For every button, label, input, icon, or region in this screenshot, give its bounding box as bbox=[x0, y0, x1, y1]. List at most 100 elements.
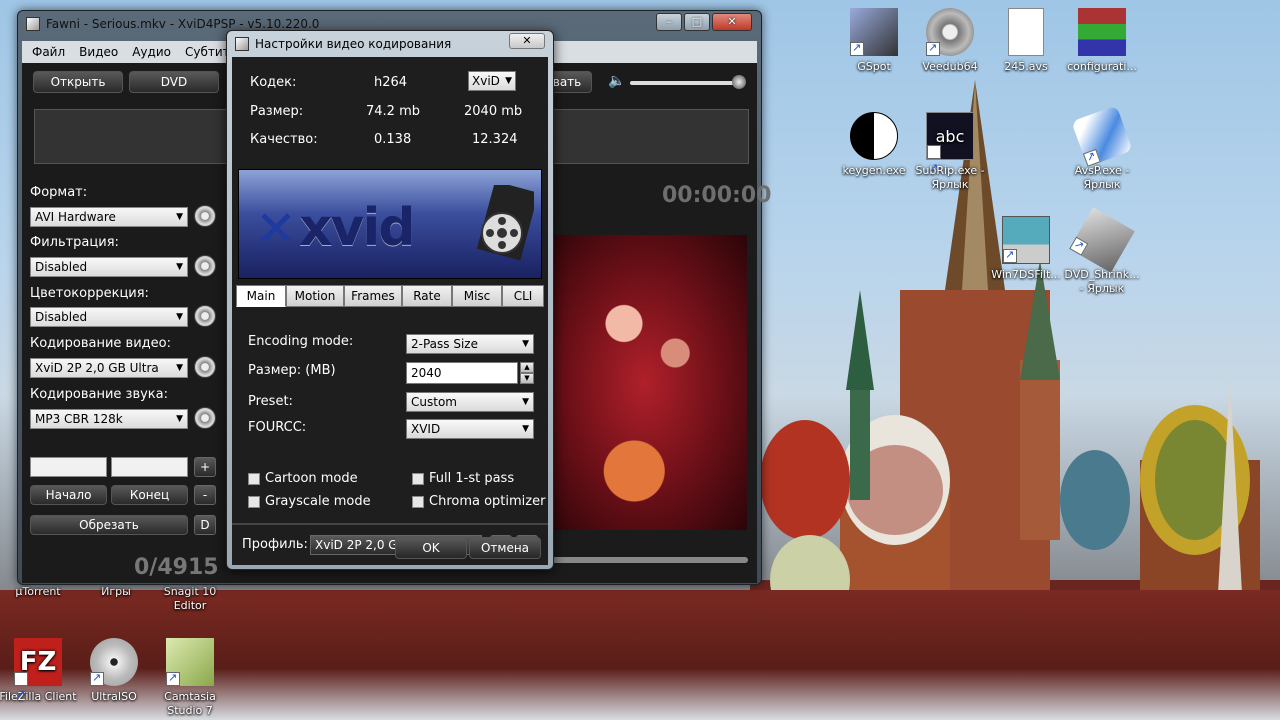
video-encoding-select[interactable]: XviD 2P 2,0 GB Ultra ▼ bbox=[30, 358, 188, 378]
desktop-icon-label: Snagit 10 Editor bbox=[163, 585, 217, 612]
tab-rate[interactable]: Rate bbox=[402, 285, 452, 307]
color-settings-gear-icon[interactable] bbox=[194, 305, 216, 327]
desktop-icon-gspot[interactable]: GSpot bbox=[834, 8, 914, 74]
video-settings-gear-icon[interactable] bbox=[194, 356, 216, 378]
audio-settings-gear-icon[interactable] bbox=[194, 407, 216, 429]
end-button[interactable]: Конец bbox=[111, 485, 188, 505]
menu-video[interactable]: Видео bbox=[79, 45, 118, 59]
format-select[interactable]: AVI Hardware ▼ bbox=[30, 207, 188, 227]
color-correction-select[interactable]: Disabled ▼ bbox=[30, 307, 188, 327]
chevron-down-icon: ▼ bbox=[176, 262, 183, 272]
encoding-mode-select[interactable]: 2-Pass Size ▼ bbox=[406, 334, 534, 354]
shortcut-arrow-icon bbox=[166, 671, 180, 686]
filezilla-icon: FZ bbox=[14, 638, 62, 719]
desktop-icon-keygen[interactable]: keygen.exe bbox=[834, 112, 914, 178]
color-correction-label: Цветокоррекция: bbox=[30, 286, 149, 301]
codec-select[interactable]: XviD ▼ bbox=[468, 71, 516, 91]
tab-motion[interactable]: Motion bbox=[286, 285, 344, 307]
tab-misc[interactable]: Misc bbox=[452, 285, 502, 307]
desktop-icon-avsp[interactable]: AvsP.exe - Ярлык bbox=[1062, 105, 1142, 192]
desktop-icon-label: 245.avs bbox=[1004, 60, 1048, 73]
checkbox-box[interactable] bbox=[248, 495, 260, 508]
full-first-pass-label: Full 1-st pass bbox=[429, 471, 515, 486]
cancel-button[interactable]: Отмена bbox=[469, 537, 541, 559]
filter-select[interactable]: Disabled ▼ bbox=[30, 257, 188, 277]
open-button[interactable]: Открыть bbox=[33, 71, 123, 93]
desktop-icon-label: UltraISO bbox=[91, 690, 137, 703]
menu-audio[interactable]: Аудио bbox=[132, 45, 171, 59]
dvd-shrink-icon bbox=[1069, 207, 1135, 273]
tab-main[interactable]: Main bbox=[236, 285, 286, 307]
chevron-down-icon: ▼ bbox=[176, 212, 183, 222]
close-button[interactable]: ✕ bbox=[712, 13, 752, 31]
desktop-icon-filezilla[interactable]: FZ FileZilla Client bbox=[0, 638, 78, 719]
shortcut-arrow-icon bbox=[926, 41, 940, 56]
trim-end-field[interactable] bbox=[111, 457, 188, 477]
desktop-icon-veedub64[interactable]: Veedub64 bbox=[910, 8, 990, 74]
chevron-down-icon: ▼ bbox=[176, 414, 183, 424]
desktop-icon-245avs[interactable]: 245.avs bbox=[986, 8, 1066, 74]
cut-button[interactable]: Обрезать bbox=[30, 515, 188, 535]
film-reel-icon bbox=[476, 185, 534, 261]
desktop-icon-label: FileZilla Client bbox=[0, 690, 77, 703]
fourcc-label: FOURCC: bbox=[248, 420, 307, 435]
cartoon-mode-checkbox[interactable]: Cartoon mode bbox=[248, 471, 358, 486]
encoding-mode-value: 2-Pass Size bbox=[411, 337, 478, 351]
tab-cli[interactable]: CLI bbox=[502, 285, 544, 307]
desktop-icon-camtasia[interactable]: Camtasia Studio 7 bbox=[150, 638, 230, 718]
chroma-optimizer-checkbox[interactable]: Chroma optimizer bbox=[412, 494, 545, 509]
shortcut-arrow-icon bbox=[14, 671, 28, 719]
ok-button[interactable]: OK bbox=[395, 537, 467, 559]
remove-segment-button[interactable]: - bbox=[194, 485, 216, 505]
dialog-body: Кодек: h264 XviD ▼ Размер: 74.2 mb 2040 m… bbox=[232, 57, 548, 565]
volume-icon[interactable]: 🔈 bbox=[608, 73, 625, 89]
video-encoding-settings-dialog: Настройки видео кодирования ✕ Кодек: h26… bbox=[226, 30, 554, 570]
chevron-down-icon: ▼ bbox=[505, 76, 512, 86]
color-correction-select-value: Disabled bbox=[35, 310, 88, 324]
app-icon bbox=[26, 17, 40, 31]
trim-start-field[interactable] bbox=[30, 457, 107, 477]
chevron-down-icon: ▼ bbox=[176, 363, 183, 373]
stepper-down-icon[interactable]: ▼ bbox=[520, 373, 534, 384]
desktop-icon-configuration[interactable]: configurati... bbox=[1062, 8, 1142, 74]
start-button[interactable]: Начало bbox=[30, 485, 107, 505]
volume-slider[interactable] bbox=[630, 81, 740, 85]
fourcc-select[interactable]: XVID ▼ bbox=[406, 419, 534, 439]
desktop-icon-label: AvsP.exe - Ярлык bbox=[1074, 164, 1130, 191]
desktop-icon-utorrent[interactable]: µTorrent bbox=[0, 585, 76, 599]
camtasia-icon bbox=[166, 638, 214, 686]
maximize-button[interactable]: □ bbox=[684, 13, 710, 31]
checkbox-box[interactable] bbox=[412, 472, 424, 485]
size-mb-input[interactable]: 2040 bbox=[406, 362, 518, 384]
preset-select[interactable]: Custom ▼ bbox=[406, 392, 534, 412]
tab-frames[interactable]: Frames bbox=[344, 285, 402, 307]
avsp-icon bbox=[1071, 105, 1133, 167]
desktop-icon-games[interactable]: Игры bbox=[76, 585, 156, 599]
grayscale-mode-checkbox[interactable]: Grayscale mode bbox=[248, 494, 371, 509]
d-button[interactable]: D bbox=[194, 515, 216, 535]
desktop-icon-label: Win7DSFilt... bbox=[991, 268, 1061, 281]
desktop-icon-snagit[interactable]: Snagit 10 Editor bbox=[150, 585, 230, 613]
full-first-pass-checkbox[interactable]: Full 1-st pass bbox=[412, 471, 514, 486]
cartoon-mode-label: Cartoon mode bbox=[265, 471, 358, 486]
checkbox-box[interactable] bbox=[412, 495, 424, 508]
seek-bar[interactable] bbox=[550, 557, 748, 563]
desktop-icon-subrip[interactable]: abc SubRip.exe - Ярлык bbox=[910, 112, 990, 192]
dvd-button[interactable]: DVD bbox=[129, 71, 219, 93]
stepper-up-icon[interactable]: ▲ bbox=[520, 362, 534, 373]
minimize-button[interactable]: – bbox=[656, 13, 682, 31]
desktop-icon-ultraiso[interactable]: UltraISO bbox=[74, 638, 154, 704]
add-segment-button[interactable]: + bbox=[194, 457, 216, 477]
desktop-icon-win7dsfilter[interactable]: Win7DSFilt... bbox=[986, 216, 1066, 282]
audio-encoding-select[interactable]: MP3 CBR 128k ▼ bbox=[30, 409, 188, 429]
volume-slider-thumb[interactable] bbox=[732, 75, 746, 89]
dialog-close-button[interactable]: ✕ bbox=[509, 33, 545, 49]
grayscale-mode-label: Grayscale mode bbox=[265, 494, 371, 509]
filter-settings-gear-icon[interactable] bbox=[194, 255, 216, 277]
size-mb-stepper[interactable]: ▲ ▼ bbox=[520, 362, 534, 384]
chevron-down-icon: ▼ bbox=[176, 312, 183, 322]
desktop-icon-dvdshrink[interactable]: DVD_Shrink... - Ярлык bbox=[1062, 207, 1142, 296]
format-settings-gear-icon[interactable] bbox=[194, 205, 216, 227]
checkbox-box[interactable] bbox=[248, 472, 260, 485]
menu-file[interactable]: Файл bbox=[32, 45, 65, 59]
